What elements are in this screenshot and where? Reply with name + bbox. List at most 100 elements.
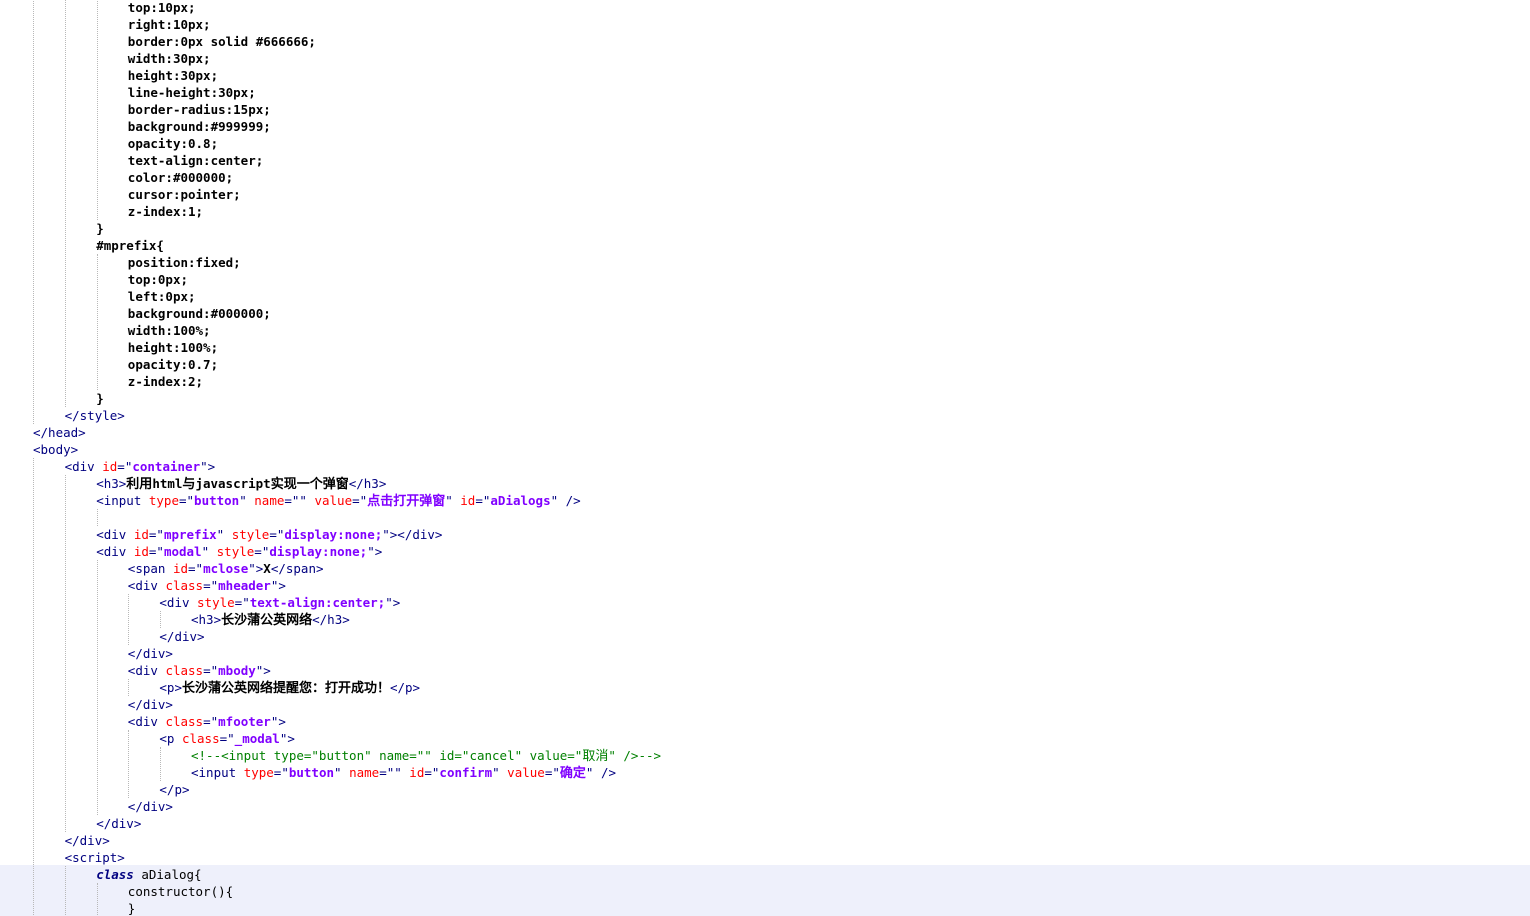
code-token: X	[263, 561, 271, 576]
code-token: display:none;	[284, 527, 383, 542]
code-line[interactable]: <div id="container">	[65, 458, 216, 475]
code-token: " />	[585, 765, 616, 780]
code-token: ">	[279, 731, 295, 746]
code-line[interactable]: <script>	[65, 849, 125, 866]
code-token: ="	[269, 527, 285, 542]
code-token: <h3>	[96, 476, 127, 491]
code-token: id	[133, 527, 149, 542]
code-line[interactable]: <input type="button" name="" id="confirm…	[191, 764, 616, 781]
code-token: id	[102, 459, 118, 474]
code-line[interactable]: height:30px;	[128, 67, 218, 84]
code-token: mbody	[218, 663, 256, 678]
code-token: ">	[270, 578, 286, 593]
code-token: <div	[127, 663, 166, 678]
indent-guide	[97, 509, 98, 526]
code-line[interactable]: <!--<input type="button" name="" id="can…	[191, 747, 661, 764]
code-token: opacity:0.8;	[127, 136, 219, 151]
code-line[interactable]: line-height:30px;	[128, 84, 256, 101]
code-line[interactable]: <p>长沙蒲公英网络提醒您：打开成功！</p>	[159, 679, 420, 696]
code-line[interactable]: </head>	[33, 424, 86, 441]
code-token: </div>	[159, 629, 205, 644]
code-line[interactable]: z-index:2;	[128, 373, 203, 390]
code-line[interactable]: cursor:pointer;	[128, 186, 241, 203]
code-line[interactable]: }	[96, 390, 104, 407]
code-token: 点击打开弹窗	[367, 494, 446, 509]
code-line[interactable]: </div>	[65, 832, 110, 849]
code-token: </div>	[64, 833, 110, 848]
code-token: class	[96, 867, 134, 882]
code-token: mheader	[218, 578, 271, 593]
code-token: "	[216, 527, 232, 542]
code-line[interactable]: background:#000000;	[128, 305, 271, 322]
code-line[interactable]: <input type="button" name="" value="点击打开…	[96, 492, 581, 509]
code-line[interactable]: width:100%;	[128, 322, 211, 339]
code-token: ="	[475, 493, 491, 508]
code-line[interactable]: }	[128, 900, 136, 916]
code-line[interactable]: <div id="modal" style="display:none;">	[96, 543, 382, 560]
code-line[interactable]: <div class="mfooter">	[128, 713, 286, 730]
code-token: border:0px solid #666666;	[127, 34, 316, 49]
code-line[interactable]: </div>	[159, 628, 204, 645]
code-line[interactable]: <div class="mheader">	[128, 577, 286, 594]
code-line[interactable]: class aDialog{	[96, 866, 201, 883]
code-line[interactable]: </p>	[159, 781, 189, 798]
code-token: id	[409, 765, 425, 780]
code-line[interactable]: <p class="_modal">	[159, 730, 295, 747]
code-line[interactable]: </div>	[96, 815, 141, 832]
code-token: </h3>	[348, 476, 387, 491]
code-token: 长沙蒲公英网络	[221, 613, 313, 628]
code-line[interactable]: #mprefix{	[96, 237, 164, 254]
code-line[interactable]: <div class="mbody">	[128, 662, 271, 679]
code-token: <div	[64, 459, 103, 474]
indent-guide	[33, 0, 34, 424]
code-line[interactable]: <h3>长沙蒲公英网络</h3>	[191, 611, 350, 628]
code-line[interactable]: position:fixed;	[128, 254, 241, 271]
code-line[interactable]: height:100%;	[128, 339, 218, 356]
code-token: background:#999999;	[127, 119, 271, 134]
code-editor[interactable]: top:10px; right:10px; border:0px solid #66…	[0, 0, 1530, 916]
code-line[interactable]: <h3>利用html与javascript实现一个弹窗</h3>	[96, 475, 386, 492]
code-line[interactable]: </div>	[128, 798, 173, 815]
code-line[interactable]: color:#000000;	[128, 169, 233, 186]
code-token: ="	[254, 544, 270, 559]
code-line[interactable]: background:#999999;	[128, 118, 271, 135]
code-line[interactable]: text-align:center;	[128, 152, 263, 169]
code-line[interactable]: <span id="mclose">X</span>	[128, 560, 324, 577]
code-line[interactable]: </div>	[128, 645, 173, 662]
code-line[interactable]: <div id="mprefix" style="display:none;">…	[96, 526, 442, 543]
code-line[interactable]: <body>	[33, 441, 78, 458]
code-token: " />	[550, 493, 581, 508]
code-line[interactable]: top:0px;	[128, 271, 188, 288]
code-token: ="	[203, 714, 219, 729]
code-line[interactable]: </style>	[65, 407, 125, 424]
code-line[interactable]: }	[96, 220, 104, 237]
code-token: id	[133, 544, 149, 559]
code-token: line-height:30px;	[127, 85, 256, 100]
code-line[interactable]: left:0px;	[128, 288, 196, 305]
code-token: ="	[203, 663, 219, 678]
code-line[interactable]: border:0px solid #666666;	[128, 33, 316, 50]
code-token: height:30px;	[127, 68, 219, 83]
code-token: mfooter	[218, 714, 271, 729]
code-token: left:0px;	[127, 289, 196, 304]
code-line[interactable]: opacity:0.8;	[128, 135, 218, 152]
code-line[interactable]: <div style="text-align:center;">	[159, 594, 400, 611]
code-token: button	[194, 493, 240, 508]
indent-guide	[160, 747, 161, 781]
code-line[interactable]: right:10px;	[128, 16, 211, 33]
code-token: modal	[163, 544, 202, 559]
code-line[interactable]: constructor(){	[128, 883, 233, 900]
code-line[interactable]: width:30px;	[128, 50, 211, 67]
code-line[interactable]: </div>	[128, 696, 173, 713]
code-token: <div	[127, 714, 166, 729]
code-line[interactable]: top:10px;	[128, 0, 196, 16]
code-line[interactable]: z-index:1;	[128, 203, 203, 220]
code-token: ="	[234, 595, 250, 610]
code-token: ="	[203, 578, 219, 593]
code-token: "	[445, 493, 461, 508]
code-token: background:#000000;	[127, 306, 271, 321]
code-line[interactable]: opacity:0.7;	[128, 356, 218, 373]
code-token: opacity:0.7;	[127, 357, 219, 372]
code-line[interactable]: border-radius:15px;	[128, 101, 271, 118]
code-token: text-align:center;	[249, 595, 386, 610]
